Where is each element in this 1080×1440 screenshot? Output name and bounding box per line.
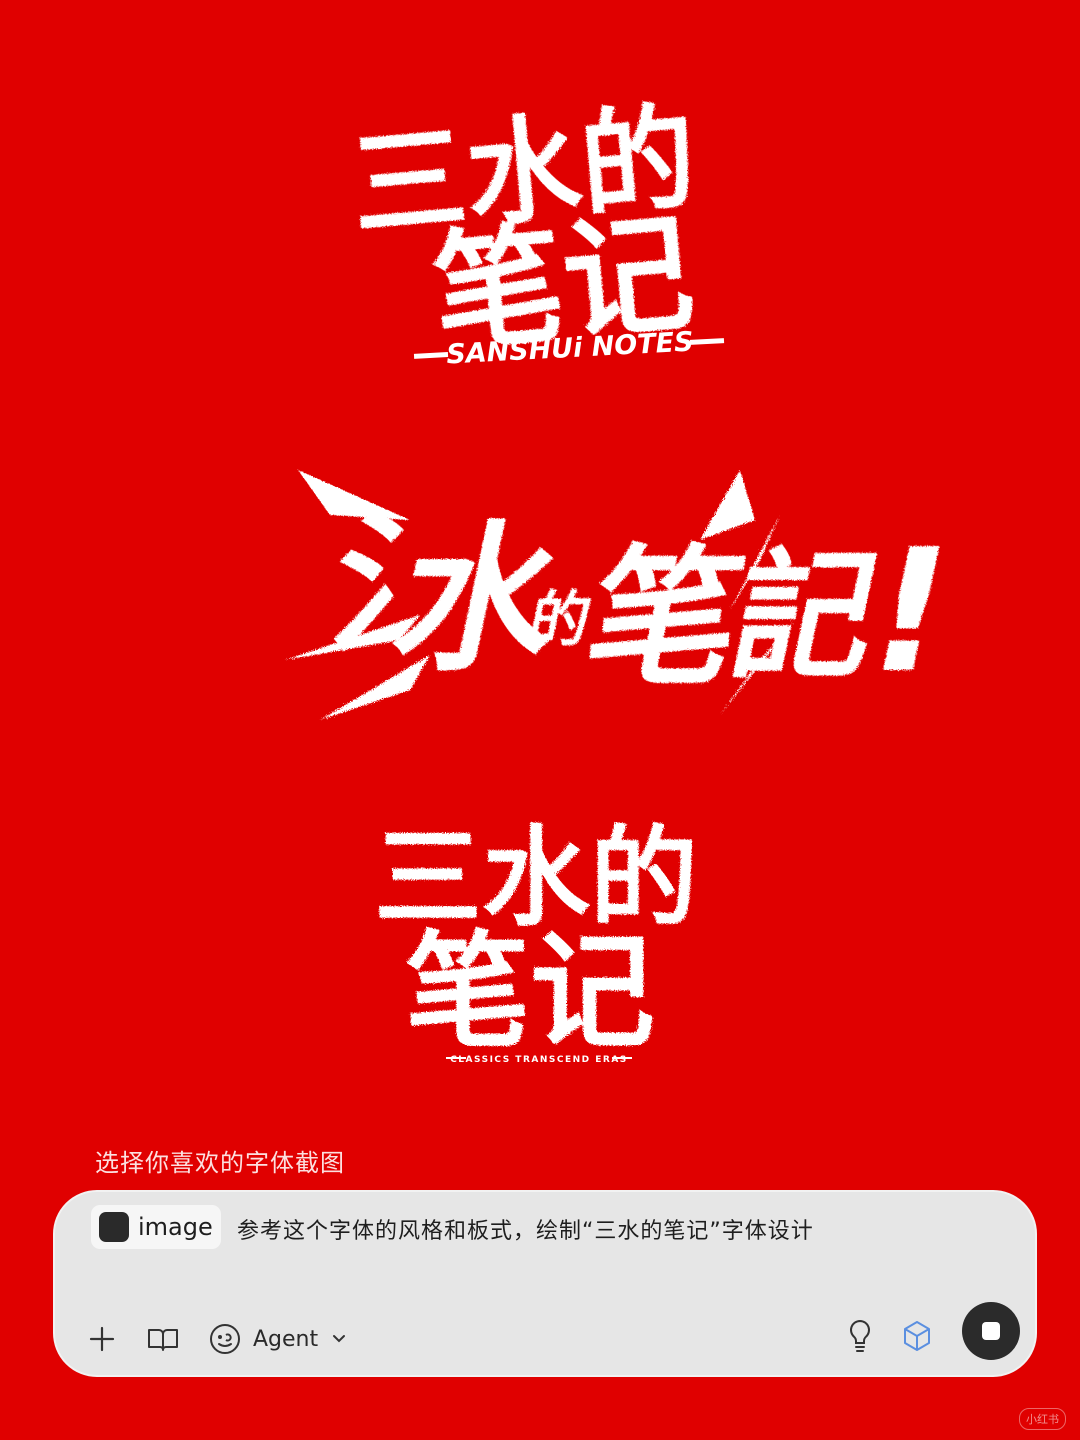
logo-sanshui-bold: 三水的 笔记 CLASSICS TRANSCEND ERAS — [0, 810, 1080, 1070]
library-button[interactable] — [145, 1322, 181, 1356]
watermark: 小红书 — [1019, 1408, 1066, 1430]
stop-icon — [982, 1322, 1000, 1340]
logo3-tagline: CLASSICS TRANSCEND ERAS — [450, 1055, 628, 1065]
agent-label: Agent — [253, 1326, 319, 1352]
stop-button[interactable] — [962, 1302, 1020, 1360]
model-cube-button[interactable] — [900, 1318, 934, 1354]
agent-face-icon — [210, 1324, 240, 1354]
add-button[interactable] — [85, 1322, 119, 1356]
attachment-label: image — [138, 1213, 213, 1241]
caption: 选择你喜欢的字体截图 — [95, 1149, 345, 1177]
plus-icon — [89, 1326, 115, 1352]
agent-selector[interactable]: Agent — [209, 1318, 346, 1360]
cube-icon — [904, 1321, 930, 1351]
logo3-line2: 笔记 — [405, 920, 655, 1065]
prompt-composer[interactable]: image 参考这个字体的风格和板式，绘制“三水的笔记”字体设计 Agent — [53, 1190, 1037, 1377]
chevron-down-icon — [333, 1335, 346, 1343]
book-icon — [148, 1329, 178, 1351]
image-attachment-chip[interactable]: image — [91, 1205, 221, 1249]
lightbulb-icon — [850, 1319, 870, 1352]
image-thumbnail — [99, 1212, 129, 1242]
idea-button[interactable] — [845, 1316, 875, 1356]
logo-sanshui-brush: 三水的 笔记 SANSHUi NOTES — [0, 90, 1080, 385]
prompt-input[interactable]: 参考这个字体的风格和板式，绘制“三水的笔记”字体设计 — [237, 1213, 814, 1245]
logo-bingde-biji-spiky: 氵 水 的 笔 記 ! — [0, 455, 1080, 735]
